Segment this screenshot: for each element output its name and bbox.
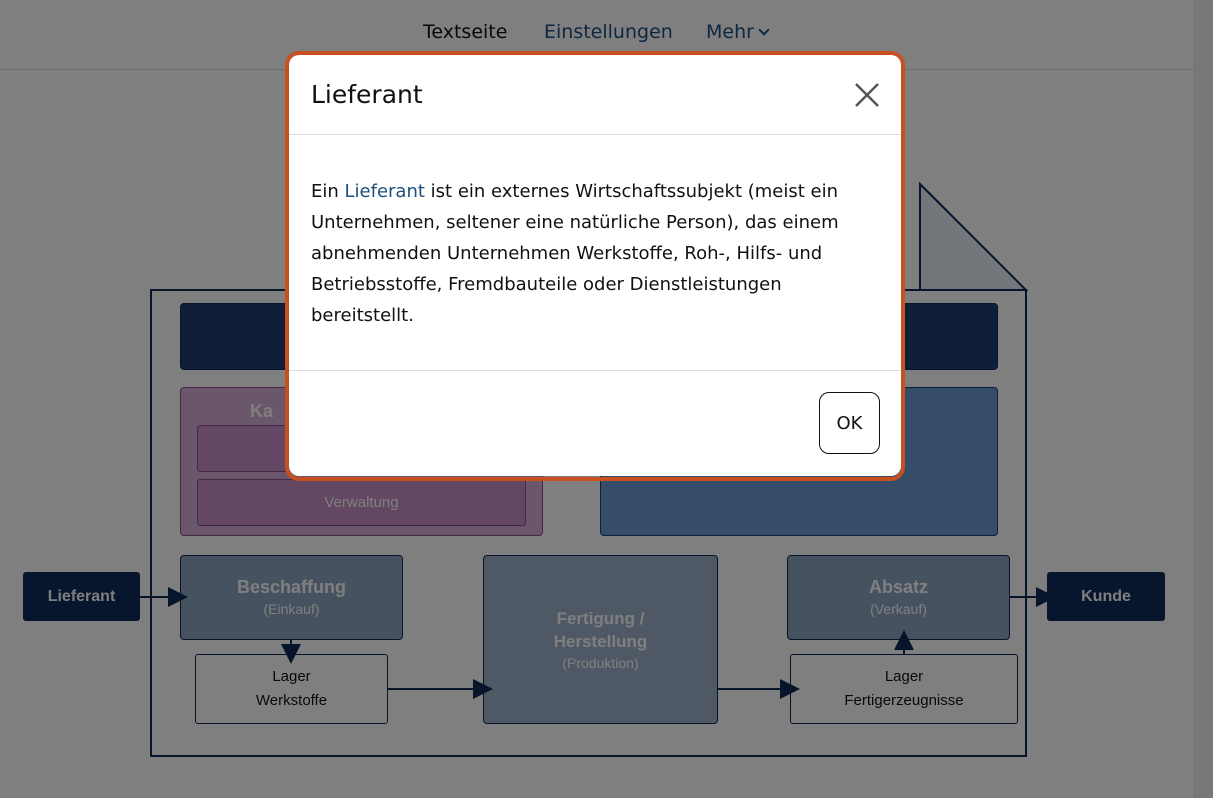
dialog-header: Lieferant (289, 55, 901, 135)
dialog-title: Lieferant (311, 80, 423, 109)
dialog-body: Ein Lieferant ist ein externes Wirtschaf… (311, 176, 851, 331)
close-icon (855, 83, 879, 107)
dialog-body-prefix: Ein (311, 181, 345, 202)
close-button[interactable] (852, 80, 882, 110)
ok-button[interactable]: OK (819, 392, 880, 454)
definition-dialog: Lieferant Ein Lieferant ist ein externes… (289, 55, 901, 476)
dialog-footer (289, 370, 901, 476)
dialog-body-text: ist ein externes Wirtschaftssubjekt (mei… (311, 181, 839, 326)
dialog-body-term-link[interactable]: Lieferant (345, 181, 425, 202)
